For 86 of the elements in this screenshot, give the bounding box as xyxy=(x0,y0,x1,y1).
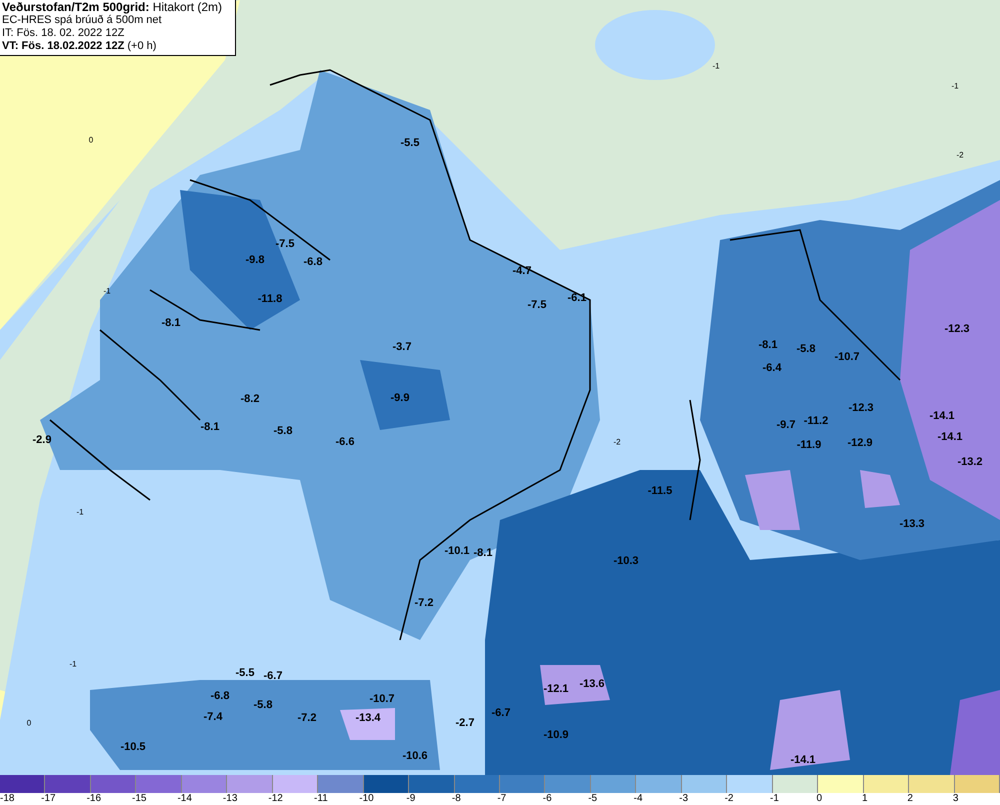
temperature-label: -6.7 xyxy=(492,707,510,719)
legend-label: -12 xyxy=(268,793,283,804)
legend-label: -5 xyxy=(588,793,598,804)
temperature-label: -11.5 xyxy=(648,485,672,497)
temperature-label: -8.1 xyxy=(474,547,492,559)
temperature-label: -10.6 xyxy=(402,750,428,762)
temperature-label: -13.3 xyxy=(899,518,925,530)
header-line: EC-HRES spá brúuð á 500m net xyxy=(2,14,163,27)
temperature-label: -7.4 xyxy=(204,711,222,723)
temperature-label: -7.2 xyxy=(414,597,434,609)
temperature-label: -6.8 xyxy=(210,690,230,702)
temperature-label: -8.2 xyxy=(240,393,260,405)
temperature-label: -5.8 xyxy=(796,343,816,355)
legend-label: -1 xyxy=(770,793,779,804)
temperature-label: -5.5 xyxy=(400,137,420,149)
temperature-label: -14.1 xyxy=(929,410,955,422)
temperature-label: -7.2 xyxy=(298,712,316,724)
temperature-label: -12.1 xyxy=(543,683,569,695)
temperature-label: -6.4 xyxy=(762,362,782,374)
temperature-label: -5.5 xyxy=(236,667,254,679)
contour-label: -1 xyxy=(712,62,720,70)
temperature-label: -10.1 xyxy=(444,545,470,557)
temperature-label: -12.3 xyxy=(944,323,970,335)
legend-label: -13 xyxy=(222,793,238,804)
legend-label: -15 xyxy=(132,793,146,804)
legend-label: -4 xyxy=(634,793,643,804)
contour-label: -1 xyxy=(103,286,111,296)
legend-label: -9 xyxy=(406,793,416,804)
contour-label: -1 xyxy=(951,82,959,90)
legend-label: 0 xyxy=(816,793,822,804)
legend-label: 3 xyxy=(952,793,958,804)
temperature-label: -8.1 xyxy=(162,317,180,329)
contour-label: -1 xyxy=(69,660,77,668)
legend-label: -8 xyxy=(452,793,461,804)
legend-label: -10 xyxy=(359,793,374,804)
temperature-label: -8.1 xyxy=(758,339,778,351)
legend-label: -2 xyxy=(724,793,734,804)
legend-label: -16 xyxy=(86,793,102,804)
temperature-label: -11.2 xyxy=(804,415,828,427)
temperature-label: -4.7 xyxy=(512,265,532,277)
temperature-label: -14.1 xyxy=(937,431,963,443)
temperature-label: -2.7 xyxy=(456,717,474,729)
contour-label: 0 xyxy=(88,136,94,144)
legend-label: -17 xyxy=(41,793,56,804)
header-line: VT: Fös. 18.02.2022 12Z (+0 h) xyxy=(2,40,158,53)
contour-label: 0 xyxy=(26,718,32,728)
temperature-label: -6.6 xyxy=(336,436,354,448)
legend-label: -18 xyxy=(0,793,14,804)
header-line: IT: Fös. 18. 02. 2022 12Z xyxy=(2,27,126,40)
temperature-label: -10.7 xyxy=(369,693,395,705)
temperature-label: -3.7 xyxy=(392,341,412,353)
temperature-label: -5.8 xyxy=(274,425,292,437)
legend-label: -3 xyxy=(679,793,688,804)
contour-label: -1 xyxy=(76,508,84,516)
contour-label: -2 xyxy=(956,150,964,160)
contour-label: -2 xyxy=(613,438,621,446)
legend-label: 2 xyxy=(907,793,913,804)
temperature-label: -10.3 xyxy=(613,555,639,567)
temperature-label: -10.5 xyxy=(120,741,146,753)
temperature-label: -13.2 xyxy=(957,456,983,468)
temperature-label: -7.5 xyxy=(528,299,546,311)
temperature-label: -11.8 xyxy=(258,293,282,305)
temperature-label: -5.8 xyxy=(254,699,272,711)
temperature-label: -7.5 xyxy=(276,238,294,250)
temperature-label: -8.1 xyxy=(200,421,220,433)
legend-label: -14 xyxy=(177,793,192,804)
temperature-label: -13.4 xyxy=(355,712,381,724)
temperature-label: -9.9 xyxy=(390,392,410,404)
temperature-label: -12.9 xyxy=(847,437,873,449)
legend-label: -6 xyxy=(542,793,552,804)
temperature-label: -2.9 xyxy=(32,434,52,446)
legend-label: -7 xyxy=(497,793,506,804)
legend-label: 1 xyxy=(862,793,868,804)
temperature-label: -10.7 xyxy=(834,351,860,363)
temperature-label: -12.3 xyxy=(848,402,874,414)
temperature-label: -9.7 xyxy=(776,419,796,431)
temperature-label: -6.7 xyxy=(264,670,282,682)
temperature-label: -6.8 xyxy=(304,256,322,268)
header-line: Veðurstofan/T2m 500grid: Hitakort (2m) xyxy=(2,1,224,14)
temperature-label: -11.9 xyxy=(796,439,822,451)
temperature-label: -13.6 xyxy=(579,678,605,690)
temperature-label: -14.1 xyxy=(790,754,816,766)
temperature-label: -9.8 xyxy=(246,254,264,266)
legend-label: -11 xyxy=(314,793,328,804)
temperature-label: -6.1 xyxy=(568,292,586,304)
temperature-label: -10.9 xyxy=(543,729,569,741)
